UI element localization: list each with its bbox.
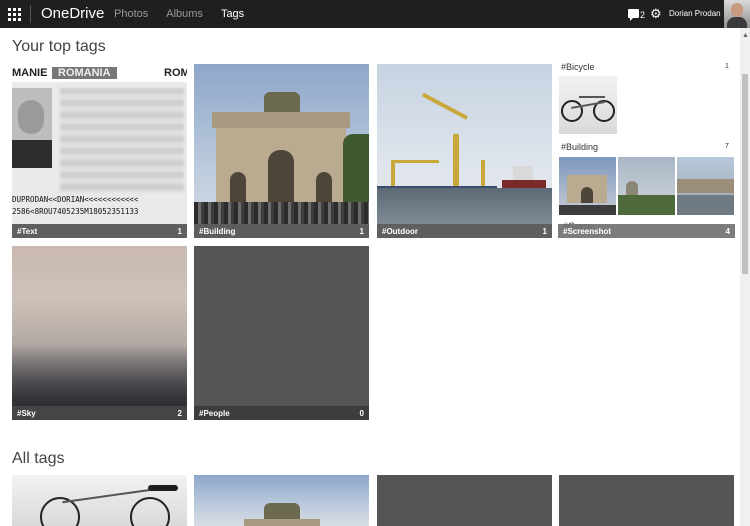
thumbnail[interactable] (559, 157, 616, 215)
tile-caption: #Sky 2 (12, 406, 187, 420)
small-tag-label[interactable]: #Bicycle (561, 62, 595, 72)
tag-tile-people[interactable]: #People 0 (194, 246, 369, 420)
main-nav: Photos Albums Tags (114, 8, 244, 20)
user-name[interactable]: Dorian Prodan (669, 9, 721, 18)
gear-icon[interactable]: ⚙ (650, 7, 662, 20)
top-bar: OneDrive Photos Albums Tags 2 ⚙ Dorian P… (0, 0, 750, 28)
tile-caption: #Building 1 (194, 224, 369, 238)
card-text-mid: ROMANIA (52, 67, 117, 79)
divider (30, 5, 31, 23)
scrollbar[interactable]: ▲ (740, 28, 750, 526)
tag-tile-building[interactable]: #Building 1 (194, 64, 369, 238)
small-tag-label[interactable]: #Building (561, 142, 598, 152)
tag-label: #Sky (17, 409, 36, 418)
section-title-all-tags: All tags (12, 450, 65, 467)
tile-caption: #People 0 (194, 406, 369, 420)
tag-tile-outdoor[interactable]: #Outdoor 1 (377, 64, 552, 238)
all-tags-tile[interactable] (559, 475, 734, 526)
tag-count: 1 (177, 227, 182, 236)
tag-count: 1 (542, 227, 547, 236)
tile-caption: #Outdoor 1 (377, 224, 552, 238)
tag-count: 0 (359, 409, 364, 418)
small-tag-count: 1 (725, 63, 729, 70)
tag-label: #Outdoor (382, 227, 418, 236)
tag-label: #Text (17, 227, 38, 236)
tag-count: 4 (725, 227, 730, 236)
tag-count: 2 (177, 409, 182, 418)
tag-label: #People (199, 409, 230, 418)
thumbnail[interactable] (618, 157, 675, 215)
tile-caption: #Screenshot 4 (558, 224, 735, 238)
all-tags-tile[interactable] (12, 475, 187, 526)
all-tags-tile[interactable] (194, 475, 369, 526)
nav-albums[interactable]: Albums (166, 8, 203, 20)
notification-count[interactable]: 2 (640, 10, 645, 20)
scrollbar-thumb[interactable] (742, 74, 748, 274)
tag-tile-text[interactable]: MANIE ROMANIA ROM DUPRODAN<<DORIAN<<<<<<… (12, 64, 187, 238)
nav-tags[interactable]: Tags (221, 8, 244, 20)
card-text-left: MANIE (12, 67, 48, 79)
card-text-right: ROM (164, 67, 187, 79)
chat-icon[interactable] (628, 9, 639, 21)
small-tag-count: 7 (725, 143, 729, 150)
card-mrz-line-1: DUPRODAN<<DORIAN<<<<<<<<<<<< (12, 195, 139, 204)
thumbnail[interactable] (677, 157, 734, 215)
tag-label: #Screenshot (563, 227, 612, 236)
tag-label: #Building (199, 227, 236, 236)
nav-photos[interactable]: Photos (114, 8, 148, 20)
waffle-icon[interactable] (0, 0, 28, 28)
all-tags-tile[interactable] (377, 475, 552, 526)
brand-logo[interactable]: OneDrive (41, 5, 104, 22)
tag-group-tile[interactable]: #Bicycle 1 #Building 7 #Grass #Screensho… (558, 62, 735, 238)
tag-count: 1 (359, 227, 364, 236)
avatar[interactable] (724, 0, 750, 28)
tile-caption: #Text 1 (12, 224, 187, 238)
section-title-top-tags: Your top tags (12, 38, 106, 55)
card-mrz-line-2: 2586<8ROU7405235M18052351133 (12, 207, 139, 216)
tag-tile-sky[interactable]: #Sky 2 (12, 246, 187, 420)
thumbnail[interactable] (559, 76, 617, 134)
chevron-up-icon[interactable]: ▲ (742, 32, 749, 39)
